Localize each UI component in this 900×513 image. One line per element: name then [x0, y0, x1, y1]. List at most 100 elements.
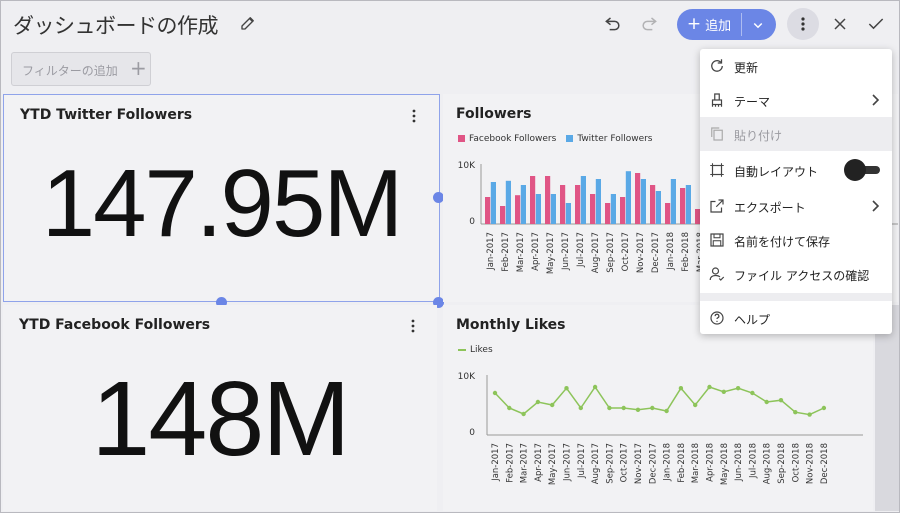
toggle-knob — [844, 159, 866, 181]
data-point — [764, 399, 769, 405]
bar — [515, 195, 521, 224]
y-tick-label: 10K — [458, 161, 476, 171]
bar — [505, 180, 511, 224]
auto-layout-toggle[interactable] — [844, 159, 880, 181]
bar — [500, 206, 506, 224]
kpi-value: 148M — [91, 360, 350, 478]
widget-menu-icon[interactable] — [406, 107, 422, 125]
add-button[interactable]: + 追加 — [677, 9, 776, 40]
undo-icon[interactable] — [603, 13, 623, 33]
scrollbar[interactable] — [875, 305, 899, 511]
bar — [535, 194, 541, 224]
x-tick-label: Jun-2017 — [563, 443, 573, 482]
bar — [680, 188, 686, 224]
edit-title-icon[interactable] — [239, 14, 257, 32]
bar — [530, 176, 536, 224]
bar — [590, 194, 596, 224]
checkmark-icon[interactable] — [866, 14, 886, 34]
x-tick-label: Nov-2017 — [634, 443, 644, 484]
data-point — [750, 390, 755, 396]
x-tick-label: Apr-2017 — [531, 232, 541, 271]
monthly-likes-widget[interactable]: Monthly Likes Likes 10K 0 Jan-2017 Feb-2017… — [443, 305, 873, 511]
x-tick-label: Oct-2017 — [621, 232, 631, 271]
menu-item-label: 更新 — [734, 61, 759, 75]
data-point — [521, 411, 526, 417]
data-point — [693, 402, 698, 408]
menu-item-auto-layout[interactable]: 自動レイアウト — [700, 153, 892, 187]
legend-label: Twitter Followers — [577, 134, 653, 144]
redo-icon[interactable] — [639, 13, 659, 33]
x-tick-label: Sep-2018 — [777, 443, 787, 484]
chart-legend: Facebook Followers Twitter Followers — [458, 134, 653, 144]
add-main-button[interactable]: + 追加 — [677, 9, 741, 40]
chevron-down-icon[interactable] — [749, 16, 767, 34]
add-filter-button[interactable]: フィルターの追加 + — [11, 52, 151, 86]
widget-title: Followers — [456, 106, 532, 122]
chevron-right-icon — [872, 94, 880, 106]
data-point — [678, 386, 684, 391]
options-menu: 更新 テーマ 貼り付け 自動レイアウト エクスポート 名前を付けて保存 ファイル… — [700, 49, 892, 334]
x-tick-label: Jan-2018 — [663, 443, 673, 482]
chart-legend: Likes — [458, 345, 493, 355]
likes-line-chart: 10K 0 Jan-2017 Feb-2017 Mar-2017 Apr-2017 May-… — [458, 372, 863, 485]
widget-title: YTD Twitter Followers — [20, 107, 193, 123]
more-options-button[interactable] — [787, 8, 819, 40]
x-tick-label: Dec-2018 — [820, 443, 830, 484]
menu-item-help[interactable]: ヘルプ — [700, 301, 892, 335]
export-icon — [710, 199, 724, 213]
x-tick-label: Jun-2018 — [734, 443, 744, 482]
x-tick-label: Dec-2017 — [651, 232, 661, 273]
paintbrush-icon — [711, 93, 723, 107]
bar — [580, 176, 586, 224]
data-point — [807, 412, 812, 417]
legend-label: Facebook Followers — [469, 134, 557, 144]
data-point — [492, 390, 498, 396]
facebook-followers-widget[interactable]: YTD Facebook Followers 148M — [3, 305, 437, 511]
close-icon[interactable] — [830, 14, 850, 34]
likes-line — [494, 385, 825, 416]
user-check-icon — [709, 267, 725, 281]
x-tick-label: Jan-2017 — [491, 443, 501, 482]
x-tick-label: Mar-2017 — [516, 232, 526, 272]
menu-item-export[interactable]: エクスポート — [700, 189, 892, 223]
x-tick-label: Mar-2017 — [520, 443, 530, 483]
x-tick-label: Jun-2017 — [561, 232, 571, 271]
data-point — [550, 402, 555, 408]
help-icon — [710, 311, 724, 325]
menu-item-theme[interactable]: テーマ — [700, 83, 892, 117]
menu-item-label: ファイル アクセスの確認 — [734, 269, 870, 283]
x-tick-label: Aug-2017 — [591, 443, 601, 484]
legend-swatch — [458, 135, 465, 142]
bar — [610, 194, 616, 224]
twitter-followers-widget[interactable]: YTD Twitter Followers 147.95M — [3, 94, 440, 302]
bar — [560, 185, 566, 224]
x-tick-label: Jan-2017 — [486, 232, 496, 271]
x-tick-label: May-2017 — [548, 443, 558, 485]
bar — [655, 191, 661, 224]
legend-item-facebook: Facebook Followers — [458, 134, 556, 144]
bar — [490, 182, 496, 224]
widget-title: YTD Facebook Followers — [19, 317, 211, 333]
menu-item-refresh[interactable]: 更新 — [700, 49, 892, 83]
x-tick-label: Dec-2017 — [648, 443, 658, 484]
save-icon — [710, 233, 724, 247]
add-filter-label: フィルターの追加 — [22, 64, 118, 78]
bar — [550, 194, 556, 224]
bar — [485, 197, 491, 224]
add-button-divider — [741, 13, 742, 36]
data-point — [721, 389, 726, 394]
x-tick-label: Feb-2017 — [501, 232, 511, 272]
x-tick-label: Jul-2017 — [577, 443, 587, 479]
menu-item-save-as[interactable]: 名前を付けて保存 — [700, 223, 892, 257]
menu-item-label: 貼り付け — [734, 129, 783, 143]
data-point — [664, 408, 669, 414]
plus-icon: + — [686, 14, 702, 34]
bar — [625, 171, 631, 224]
data-point — [535, 399, 541, 405]
x-tick-label: Sep-2017 — [606, 232, 616, 273]
paste-icon — [711, 127, 723, 141]
data-point — [507, 405, 512, 411]
menu-item-check-file-access[interactable]: ファイル アクセスの確認 — [700, 257, 892, 291]
dashboard-editor: ダッシュボードの作成 + 追加 フィルターの追加 + YTD Twitter F… — [0, 0, 900, 513]
widget-menu-icon[interactable] — [405, 317, 421, 335]
